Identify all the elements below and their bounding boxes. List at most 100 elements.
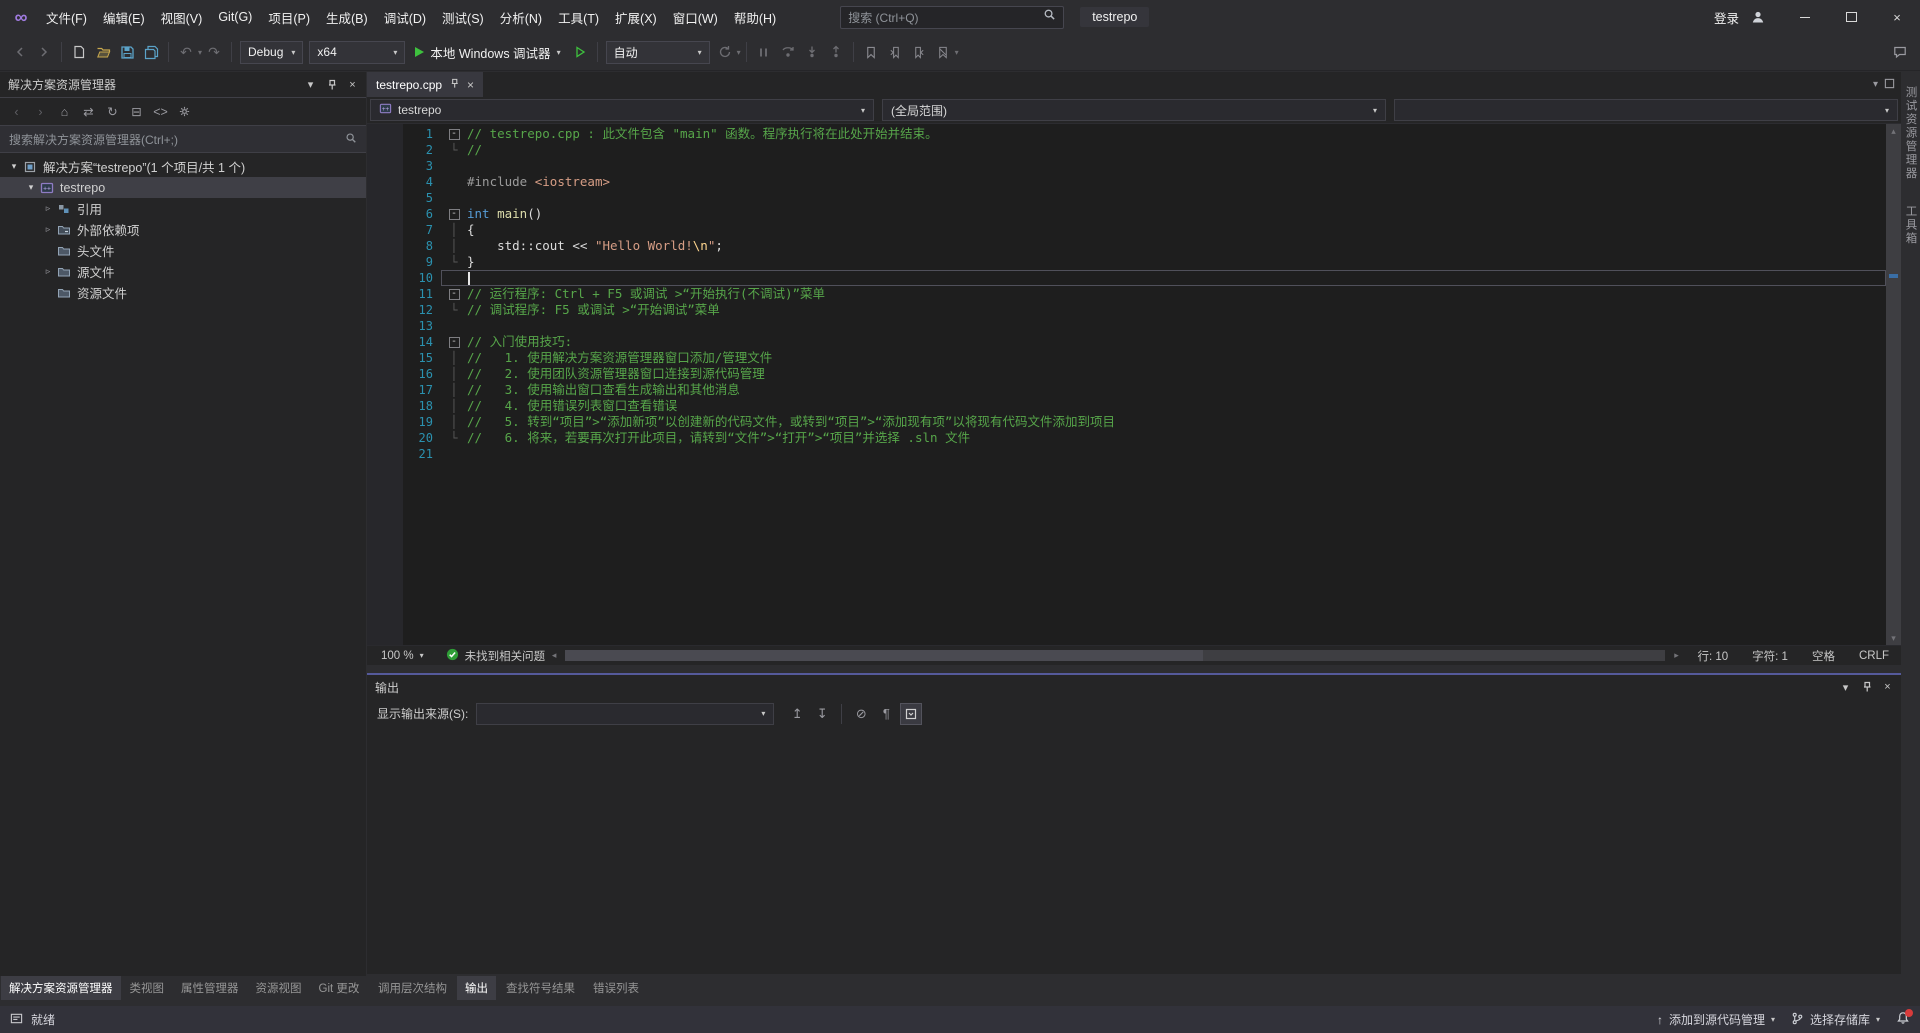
scroll-right-arrow-icon[interactable]: ▸ <box>1667 650 1685 661</box>
code-line[interactable]: 15│// 1. 使用解决方案资源管理器窗口添加/管理文件 <box>403 350 1886 366</box>
line-body[interactable]: │// 5. 转到“项目”>“添加新项”以创建新的代码文件，或转到“项目”>“添… <box>441 414 1886 430</box>
next-message-icon[interactable]: ↧ <box>811 703 833 725</box>
code-line[interactable]: 19│// 5. 转到“项目”>“添加新项”以创建新的代码文件，或转到“项目”>… <box>403 414 1886 430</box>
code-line[interactable]: 8│ std::cout << "Hello World!\n"; <box>403 238 1886 254</box>
next-bookmark-icon[interactable] <box>907 40 931 64</box>
line-number[interactable]: 15 <box>403 351 441 365</box>
zoom-selector[interactable]: 100 % ▾ <box>373 650 432 662</box>
output-content-area[interactable] <box>367 728 1901 974</box>
step-over-icon[interactable] <box>776 40 800 64</box>
background-tasks-icon[interactable] <box>10 1012 23 1028</box>
code-line[interactable]: 9└} <box>403 254 1886 270</box>
line-body[interactable] <box>441 270 1886 286</box>
auto-hide-tab-1[interactable]: 工具箱 <box>1903 205 1919 246</box>
line-indicator[interactable]: 行: 10 <box>1685 648 1740 664</box>
code-editor-surface[interactable]: 1-// testrepo.cpp : 此文件包含 "main" 函数。程序执行… <box>367 124 1901 645</box>
line-body[interactable]: └} <box>441 254 1886 270</box>
tree-expander-icon[interactable]: ▾ <box>23 182 39 193</box>
line-body[interactable]: └// 调试程序: F5 或调试 >“开始调试”菜单 <box>441 302 1886 318</box>
step-into-icon[interactable] <box>800 40 824 64</box>
navbar-project-combo[interactable]: ++ testrepo ▾ <box>370 99 874 121</box>
menu-item-0[interactable]: 文件(F) <box>38 0 95 34</box>
previous-message-icon[interactable]: ↥ <box>786 703 808 725</box>
line-body[interactable]: │{ <box>441 222 1886 238</box>
float-window-icon[interactable] <box>1884 78 1895 92</box>
select-repository-button[interactable]: 选择存储库 ▾ <box>1791 1011 1880 1028</box>
add-to-source-control-button[interactable]: ↑ 添加到源代码管理 ▾ <box>1657 1011 1775 1028</box>
solution-platform-combo[interactable]: x64 ▾ <box>309 41 405 64</box>
panel-tab-2[interactable]: 查找符号结果 <box>498 976 583 1000</box>
minimize-button[interactable] <box>1782 0 1828 34</box>
line-number[interactable]: 9 <box>403 255 441 269</box>
code-line[interactable]: 7│{ <box>403 222 1886 238</box>
pin-icon[interactable] <box>322 75 341 94</box>
toolbar-overflow-chevron-icon[interactable]: ▾ <box>955 48 959 57</box>
menu-item-6[interactable]: 调试(D) <box>376 0 434 34</box>
code-line[interactable]: 21 <box>403 446 1886 462</box>
code-lines[interactable]: 1-// testrepo.cpp : 此文件包含 "main" 函数。程序执行… <box>403 124 1886 645</box>
sidebar-tab-0[interactable]: 解决方案资源管理器 <box>1 976 121 1000</box>
menu-item-10[interactable]: 扩展(X) <box>607 0 665 34</box>
close-icon[interactable]: × <box>1878 678 1897 697</box>
hot-reload-chevron-icon[interactable]: ▾ <box>737 48 741 57</box>
navbar-scope-combo[interactable]: (全局范围) ▾ <box>882 99 1386 121</box>
tree-expander-icon[interactable]: ▹ <box>40 203 56 214</box>
save-icon[interactable] <box>115 40 139 64</box>
code-line[interactable]: 11-// 运行程序: Ctrl + F5 或调试 >“开始执行(不调试)”菜单 <box>403 286 1886 302</box>
line-number[interactable]: 17 <box>403 383 441 397</box>
previous-bookmark-icon[interactable] <box>883 40 907 64</box>
toggle-bookmark-icon[interactable] <box>859 40 883 64</box>
properties-gear-icon[interactable] <box>174 101 195 122</box>
column-indicator[interactable]: 字符: 1 <box>1740 648 1800 664</box>
line-number[interactable]: 16 <box>403 367 441 381</box>
code-line[interactable]: 18│// 4. 使用错误列表窗口查看错误 <box>403 398 1886 414</box>
tree-item-6[interactable]: 资源文件 <box>0 282 366 303</box>
line-number[interactable]: 18 <box>403 399 441 413</box>
line-number[interactable]: 14 <box>403 335 441 349</box>
fold-collapse-icon[interactable]: - <box>447 286 461 302</box>
line-number[interactable]: 20 <box>403 431 441 445</box>
solution-configuration-combo[interactable]: Debug ▾ <box>240 41 303 64</box>
fold-collapse-icon[interactable]: - <box>447 334 461 350</box>
line-number[interactable]: 6 <box>403 207 441 221</box>
scroll-left-arrow-icon[interactable]: ◂ <box>545 650 563 661</box>
user-avatar-icon[interactable] <box>1748 10 1768 24</box>
navbar-member-combo[interactable]: ▾ <box>1394 99 1898 121</box>
menu-item-3[interactable]: Git(G) <box>210 0 260 34</box>
tree-expander-icon[interactable]: ▹ <box>40 224 56 235</box>
line-number[interactable]: 8 <box>403 239 441 253</box>
line-body[interactable]: -// testrepo.cpp : 此文件包含 "main" 函数。程序执行将… <box>441 126 1886 142</box>
line-number[interactable]: 11 <box>403 287 441 301</box>
menu-item-7[interactable]: 测试(S) <box>434 0 492 34</box>
fold-collapse-icon[interactable]: - <box>447 206 461 222</box>
panel-splitter[interactable] <box>367 665 1901 673</box>
code-line[interactable]: 1-// testrepo.cpp : 此文件包含 "main" 函数。程序执行… <box>403 126 1886 142</box>
menu-item-9[interactable]: 工具(T) <box>550 0 607 34</box>
tree-expander-icon[interactable]: ▹ <box>40 266 56 277</box>
close-icon[interactable]: × <box>343 75 362 94</box>
navigate-forward-icon[interactable] <box>32 40 56 64</box>
switch-views-icon[interactable]: ⇄ <box>78 101 99 122</box>
code-line[interactable]: 12└// 调试程序: F5 或调试 >“开始调试”菜单 <box>403 302 1886 318</box>
maximize-button[interactable] <box>1828 0 1874 34</box>
tree-item-2[interactable]: ▹引用 <box>0 198 366 219</box>
clear-all-output-icon[interactable]: ⊘ <box>850 703 872 725</box>
output-source-combo[interactable]: ▾ <box>476 703 774 725</box>
solution-explorer-search-input[interactable]: 搜索解决方案资源管理器(Ctrl+;) <box>0 126 366 153</box>
toggle-word-wrap-icon[interactable]: ¶ <box>875 703 897 725</box>
tree-item-5[interactable]: ▹源文件 <box>0 261 366 282</box>
line-body[interactable] <box>441 446 1886 462</box>
se-back-icon[interactable]: ‹ <box>6 101 27 122</box>
clear-bookmarks-icon[interactable] <box>931 40 955 64</box>
line-number[interactable]: 7 <box>403 223 441 237</box>
navigate-back-icon[interactable] <box>8 40 32 64</box>
tree-expander-icon[interactable]: ▾ <box>6 161 22 172</box>
line-number[interactable]: 13 <box>403 319 441 333</box>
line-body[interactable]: │// 1. 使用解决方案资源管理器窗口添加/管理文件 <box>441 350 1886 366</box>
line-number[interactable]: 3 <box>403 159 441 173</box>
fold-collapse-icon[interactable]: - <box>447 126 461 142</box>
code-line[interactable]: 10 <box>403 270 1886 286</box>
scroll-down-arrow-icon[interactable]: ▾ <box>1886 631 1901 645</box>
document-list-chevron-icon[interactable]: ▾ <box>1873 79 1878 90</box>
line-number[interactable]: 1 <box>403 127 441 141</box>
